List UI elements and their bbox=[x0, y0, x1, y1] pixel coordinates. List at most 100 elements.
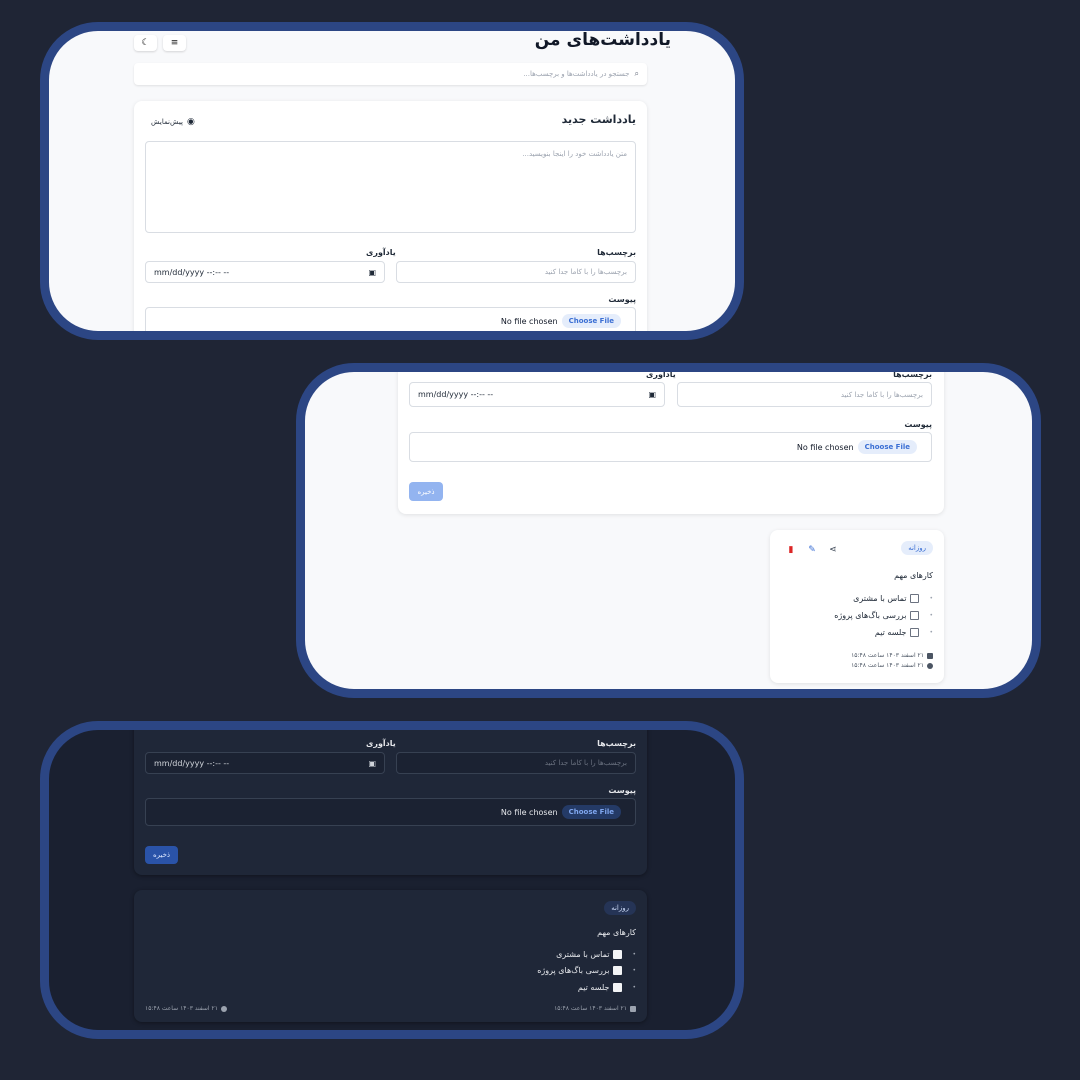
reminder-label: یادآوری bbox=[366, 739, 396, 748]
choose-file-button[interactable]: Choose File bbox=[561, 314, 621, 328]
created-text: ۲۱ اسفند ۱۴۰۳ ساعت ۱۵:۴۸ bbox=[851, 652, 924, 659]
tags-placeholder: برچسب‌ها را با کاما جدا کنید bbox=[544, 268, 627, 276]
save-button[interactable]: ذخیره bbox=[409, 482, 443, 501]
choose-file-button[interactable]: Choose File bbox=[857, 440, 917, 454]
pencil-icon: ✎ bbox=[808, 545, 816, 555]
calendar-icon bbox=[927, 652, 933, 659]
reminder-datetime-input[interactable]: mm/dd/yyyy --:-- -- ▣ bbox=[145, 261, 385, 283]
eye-icon: ◉ bbox=[187, 116, 195, 127]
preview-button[interactable]: ◉ پیش‌نمایش bbox=[145, 113, 201, 130]
bullet-icon: • bbox=[929, 629, 933, 636]
search-placeholder: جستجو در یادداشت‌ها و برچسب‌ها... bbox=[523, 70, 630, 78]
note-title: کارهای مهم bbox=[597, 928, 636, 937]
trash-icon: ▮ bbox=[788, 545, 794, 555]
tags-input[interactable]: برچسب‌ها را با کاما جدا کنید bbox=[396, 261, 636, 283]
task-item[interactable]: • بررسی باگ‌های پروژه bbox=[537, 966, 636, 975]
updated-date: ۲۱ اسفند ۱۴۰۳ ساعت ۱۵:۴۸ bbox=[851, 662, 933, 669]
bullet-icon: • bbox=[632, 984, 636, 991]
edit-button[interactable]: ✎ bbox=[805, 543, 819, 557]
task-checkbox[interactable] bbox=[910, 628, 920, 637]
content-placeholder: متن یادداشت خود را اینجا بنویسید... bbox=[522, 150, 627, 158]
created-date: ۲۱ اسفند ۱۴۰۳ ساعت ۱۵:۴۸ bbox=[851, 652, 933, 659]
task-label: بررسی باگ‌های پروژه bbox=[537, 966, 610, 975]
bullet-icon: • bbox=[632, 951, 636, 958]
attachment-label: پیوست bbox=[608, 295, 636, 304]
menu-icon: ≡ bbox=[170, 38, 179, 48]
share-icon: ⋖ bbox=[829, 545, 837, 555]
reminder-value: mm/dd/yyyy --:-- -- bbox=[154, 758, 230, 768]
tags-input[interactable]: برچسب‌ها را با کاما جدا کنید bbox=[677, 382, 932, 407]
file-input[interactable]: No file chosen Choose File bbox=[145, 798, 636, 826]
editor-card-tail: برچسب‌ها یادآوری برچسب‌ها را با کاما جدا… bbox=[134, 730, 647, 875]
header-controls: ☾ ≡ bbox=[134, 35, 187, 51]
task-checkbox[interactable] bbox=[613, 983, 623, 992]
menu-button[interactable]: ≡ bbox=[163, 35, 186, 51]
screenshot-frame-light-note: برچسب‌ها یادآوری برچسب‌ها را با کاما جدا… bbox=[296, 363, 1041, 698]
task-label: تماس با مشتری bbox=[556, 950, 610, 959]
choose-file-button[interactable]: Choose File bbox=[561, 805, 621, 819]
reminder-value: mm/dd/yyyy --:-- -- bbox=[154, 267, 230, 277]
calendar-icon bbox=[630, 1005, 636, 1012]
editor-card: یادداشت جدید ◉ پیش‌نمایش متن یادداشت خود… bbox=[134, 101, 647, 331]
preview-label: پیش‌نمایش bbox=[151, 117, 183, 126]
search-icon: ⌕ bbox=[634, 69, 639, 78]
task-checkbox[interactable] bbox=[910, 594, 920, 603]
updated-text: ۲۱ اسفند ۱۴۰۳ ساعت ۱۵:۴۸ bbox=[851, 662, 924, 669]
tags-placeholder: برچسب‌ها را با کاما جدا کنید bbox=[840, 390, 923, 399]
task-item[interactable]: • جلسه تیم bbox=[875, 628, 933, 637]
note-title: کارهای مهم bbox=[894, 571, 933, 580]
editor-heading: یادداشت جدید bbox=[561, 113, 636, 126]
note-card: روزانه ⋖ ✎ ▮ کارهای مهم • تماس با مشتری … bbox=[770, 530, 944, 683]
task-checkbox[interactable] bbox=[613, 966, 623, 975]
reminder-datetime-input[interactable]: mm/dd/yyyy --:-- -- ▣ bbox=[409, 382, 665, 407]
task-item[interactable]: • بررسی باگ‌های پروژه bbox=[834, 611, 933, 620]
attachment-label: پیوست bbox=[608, 786, 636, 795]
task-label: بررسی باگ‌های پروژه bbox=[834, 611, 907, 620]
reminder-value: mm/dd/yyyy --:-- -- bbox=[418, 390, 494, 399]
editor-card-tail: برچسب‌ها یادآوری برچسب‌ها را با کاما جدا… bbox=[398, 370, 944, 514]
screenshot-frame-light-top: ☾ ≡ یادداشت‌های من جستجو در یادداشت‌ها و… bbox=[40, 22, 744, 340]
task-checkbox[interactable] bbox=[613, 950, 623, 959]
calendar-icon: ▣ bbox=[368, 267, 376, 277]
search-input[interactable]: جستجو در یادداشت‌ها و برچسب‌ها... ⌕ bbox=[134, 63, 647, 85]
updated-text: ۲۱ اسفند ۱۴۰۳ ساعت ۱۵:۴۸ bbox=[145, 1005, 218, 1012]
reminder-label: یادآوری bbox=[366, 248, 396, 257]
task-label: جلسه تیم bbox=[577, 983, 610, 992]
reminder-label: یادآوری bbox=[646, 370, 676, 379]
delete-button[interactable]: ▮ bbox=[784, 543, 798, 557]
reminder-datetime-input[interactable]: mm/dd/yyyy --:-- -- ▣ bbox=[145, 752, 385, 774]
tags-label: برچسب‌ها bbox=[597, 739, 636, 748]
tags-placeholder: برچسب‌ها را با کاما جدا کنید bbox=[544, 759, 627, 767]
file-input[interactable]: No file chosen Choose File bbox=[145, 307, 636, 331]
calendar-icon: ▣ bbox=[368, 758, 376, 768]
task-item[interactable]: • جلسه تیم bbox=[578, 983, 636, 992]
note-card: روزانه کارهای مهم • تماس با مشتری • بررس… bbox=[134, 890, 647, 1022]
screenshot-frame-dark: برچسب‌ها یادآوری برچسب‌ها را با کاما جدا… bbox=[40, 721, 744, 1039]
note-content-textarea[interactable]: متن یادداشت خود را اینجا بنویسید... bbox=[145, 141, 636, 233]
task-label: جلسه تیم bbox=[874, 628, 907, 637]
file-input[interactable]: No file chosen Choose File bbox=[409, 432, 932, 462]
share-button[interactable]: ⋖ bbox=[826, 543, 840, 557]
no-file-text: No file chosen bbox=[500, 807, 558, 817]
note-tag-badge: روزانه bbox=[604, 901, 636, 915]
tags-input[interactable]: برچسب‌ها را با کاما جدا کنید bbox=[396, 752, 636, 774]
tags-label: برچسب‌ها bbox=[597, 248, 636, 257]
updated-date: ۲۱ اسفند ۱۴۰۳ ساعت ۱۵:۴۸ bbox=[145, 1005, 227, 1012]
moon-icon: ☾ bbox=[141, 38, 150, 48]
attachment-label: پیوست bbox=[904, 420, 932, 429]
task-item[interactable]: • تماس با مشتری bbox=[853, 594, 933, 603]
bullet-icon: • bbox=[632, 967, 636, 974]
clock-icon bbox=[220, 1005, 227, 1012]
task-item[interactable]: • تماس با مشتری bbox=[556, 950, 636, 959]
no-file-text: No file chosen bbox=[500, 316, 558, 326]
task-label: تماس با مشتری bbox=[853, 594, 907, 603]
theme-toggle-button[interactable]: ☾ bbox=[134, 35, 157, 51]
task-checkbox[interactable] bbox=[910, 611, 920, 620]
no-file-text: No file chosen bbox=[796, 442, 854, 452]
page-title: یادداشت‌های من bbox=[534, 30, 671, 50]
bullet-icon: • bbox=[929, 612, 933, 619]
save-button[interactable]: ذخیره bbox=[145, 846, 178, 864]
clock-icon bbox=[927, 662, 933, 669]
bullet-icon: • bbox=[929, 595, 933, 602]
note-tag-badge: روزانه bbox=[901, 541, 933, 555]
